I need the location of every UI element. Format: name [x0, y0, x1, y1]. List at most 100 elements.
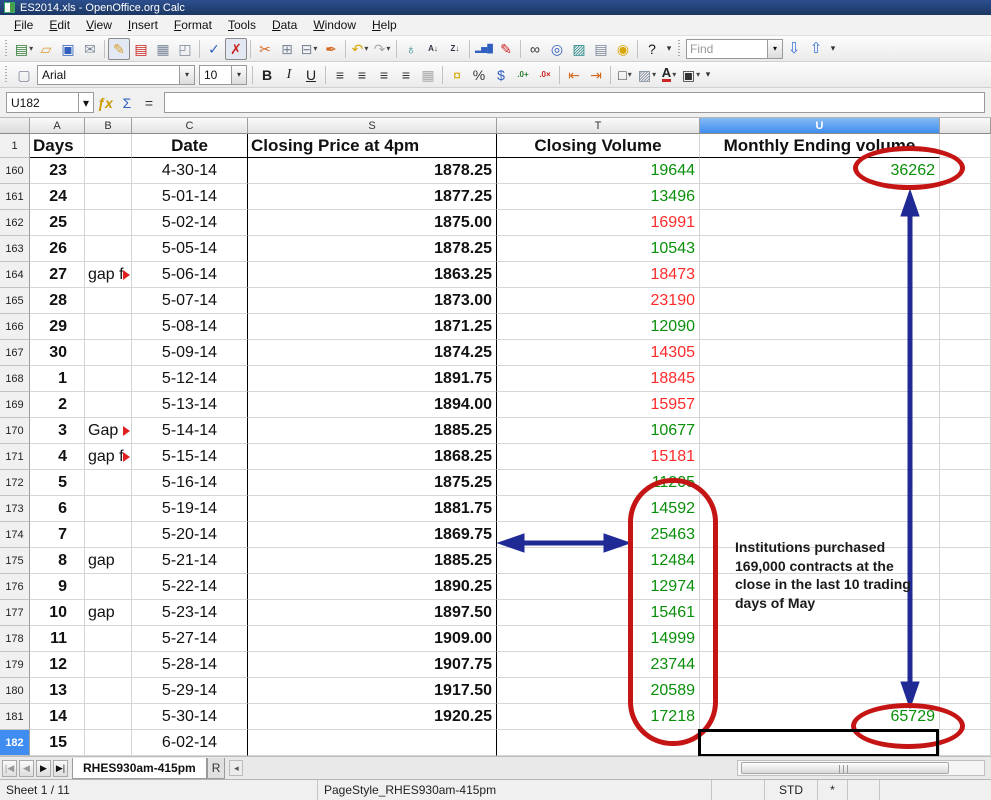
cell-C173[interactable]: 5-19-14 [132, 496, 248, 522]
font-size-combo[interactable]: 10▾ [199, 65, 247, 85]
cell-B1[interactable] [85, 134, 132, 158]
cell-T169[interactable]: 15957 [497, 392, 700, 418]
edit-file-icon[interactable]: ✎ [108, 38, 130, 60]
cell-B175[interactable]: gap [85, 548, 132, 574]
row-header-171[interactable]: 171 [0, 444, 30, 470]
menu-format[interactable]: Format [166, 16, 220, 34]
cell-U164[interactable] [700, 262, 940, 288]
cell-B169[interactable] [85, 392, 132, 418]
cell-C179[interactable]: 5-28-14 [132, 652, 248, 678]
navigator-icon[interactable]: ◎ [546, 38, 568, 60]
red-oval-monthly-36262[interactable] [853, 146, 965, 190]
cell-A178[interactable]: 11 [30, 626, 85, 652]
number-standard-icon[interactable]: $ [490, 64, 512, 86]
auto-spellcheck-icon[interactable]: ✗ [225, 38, 247, 60]
row-header-1[interactable]: 1 [0, 134, 30, 158]
find-previous-icon[interactable]: ⇧ [805, 38, 827, 60]
cell-T166[interactable]: 12090 [497, 314, 700, 340]
previous-sheet-icon[interactable]: ◀ [19, 760, 34, 777]
cell-U179[interactable] [700, 652, 940, 678]
menu-help[interactable]: Help [364, 16, 405, 34]
row-header-172[interactable]: 172 [0, 470, 30, 496]
toolbar-grip[interactable] [5, 66, 10, 84]
toolbar-options-icon[interactable]: ▾ [827, 38, 839, 60]
cell-T165[interactable]: 23190 [497, 288, 700, 314]
italic-icon[interactable]: I [278, 64, 300, 86]
menu-window[interactable]: Window [305, 16, 364, 34]
cell-S1[interactable]: Closing Price at 4pm [248, 134, 497, 158]
cell-A174[interactable]: 7 [30, 522, 85, 548]
toolbar-options-icon[interactable]: ▾ [702, 64, 714, 86]
cell-U171[interactable] [700, 444, 940, 470]
cell-T161[interactable]: 13496 [497, 184, 700, 210]
cell-B177[interactable]: gap [85, 600, 132, 626]
cell-A182[interactable]: 15 [30, 730, 85, 756]
cell-B172[interactable] [85, 470, 132, 496]
function-wizard-icon[interactable]: ƒx [94, 92, 116, 114]
row-header-178[interactable]: 178 [0, 626, 30, 652]
help-icon[interactable]: ? [641, 38, 663, 60]
annotation-note[interactable]: Institutions purchased 169,000 contracts… [735, 538, 913, 612]
cell-B180[interactable] [85, 678, 132, 704]
cell-C182[interactable]: 6-02-14 [132, 730, 248, 756]
page-preview-icon[interactable]: ◰ [174, 38, 196, 60]
formula-input-line[interactable] [164, 92, 985, 113]
cell-A180[interactable]: 13 [30, 678, 85, 704]
find-next-icon[interactable]: ⇩ [783, 38, 805, 60]
column-header-C[interactable]: C [132, 118, 248, 134]
cell-B165[interactable] [85, 288, 132, 314]
row-header-165[interactable]: 165 [0, 288, 30, 314]
row-header-181[interactable]: 181 [0, 704, 30, 730]
cell-C174[interactable]: 5-20-14 [132, 522, 248, 548]
cell-S175[interactable]: 1885.25 [248, 548, 497, 574]
cell-A171[interactable]: 4 [30, 444, 85, 470]
format-paintbrush-icon[interactable]: ✒ [320, 38, 342, 60]
cell-C170[interactable]: 5-14-14 [132, 418, 248, 444]
cell-S171[interactable]: 1868.25 [248, 444, 497, 470]
cell-A165[interactable]: 28 [30, 288, 85, 314]
font-size-dropdown-icon[interactable]: ▾ [231, 66, 246, 84]
email-icon[interactable]: ✉ [79, 38, 101, 60]
cell-S179[interactable]: 1907.75 [248, 652, 497, 678]
cell-S173[interactable]: 1881.75 [248, 496, 497, 522]
cell-C175[interactable]: 5-21-14 [132, 548, 248, 574]
chart-icon[interactable]: ▂▅█ [473, 38, 495, 60]
column-header-U[interactable]: U [700, 118, 940, 134]
add-decimal-icon[interactable]: .0+ [512, 64, 534, 86]
cell-C160[interactable]: 4-30-14 [132, 158, 248, 184]
cell-B166[interactable] [85, 314, 132, 340]
cell-C178[interactable]: 5-27-14 [132, 626, 248, 652]
cell-B173[interactable] [85, 496, 132, 522]
cell-A179[interactable]: 12 [30, 652, 85, 678]
cell-T168[interactable]: 18845 [497, 366, 700, 392]
status-selection-mode[interactable]: STD [765, 780, 818, 800]
menu-file[interactable]: File [6, 16, 41, 34]
cell-B160[interactable] [85, 158, 132, 184]
cell-A166[interactable]: 29 [30, 314, 85, 340]
sheet-tab-partial[interactable]: R [207, 758, 226, 779]
cell-B161[interactable] [85, 184, 132, 210]
cell-C181[interactable]: 5-30-14 [132, 704, 248, 730]
cell-C1[interactable]: Date [132, 134, 248, 158]
row-header-179[interactable]: 179 [0, 652, 30, 678]
cell-B182[interactable] [85, 730, 132, 756]
print-icon[interactable]: ▦ [152, 38, 174, 60]
increase-indent-icon[interactable]: ⇥ [585, 64, 607, 86]
cell-C177[interactable]: 5-23-14 [132, 600, 248, 626]
cell-U172[interactable] [700, 470, 940, 496]
merge-cells-icon[interactable]: ▦ [417, 64, 439, 86]
gallery-icon[interactable]: ▨ [568, 38, 590, 60]
function-equals-icon[interactable]: = [138, 92, 160, 114]
cell-C168[interactable]: 5-12-14 [132, 366, 248, 392]
toolbar-grip[interactable] [678, 40, 683, 58]
cell-A168[interactable]: 1 [30, 366, 85, 392]
borders-icon[interactable]: □▾ [614, 64, 636, 86]
cell-A164[interactable]: 27 [30, 262, 85, 288]
draw-functions-icon[interactable]: ✎ [495, 38, 517, 60]
new-document-icon[interactable]: ▤▾ [13, 38, 35, 60]
select-all-corner[interactable] [0, 118, 30, 134]
font-name-combo[interactable]: Arial▾ [37, 65, 195, 85]
cell-B167[interactable] [85, 340, 132, 366]
cell-B174[interactable] [85, 522, 132, 548]
row-header-161[interactable]: 161 [0, 184, 30, 210]
